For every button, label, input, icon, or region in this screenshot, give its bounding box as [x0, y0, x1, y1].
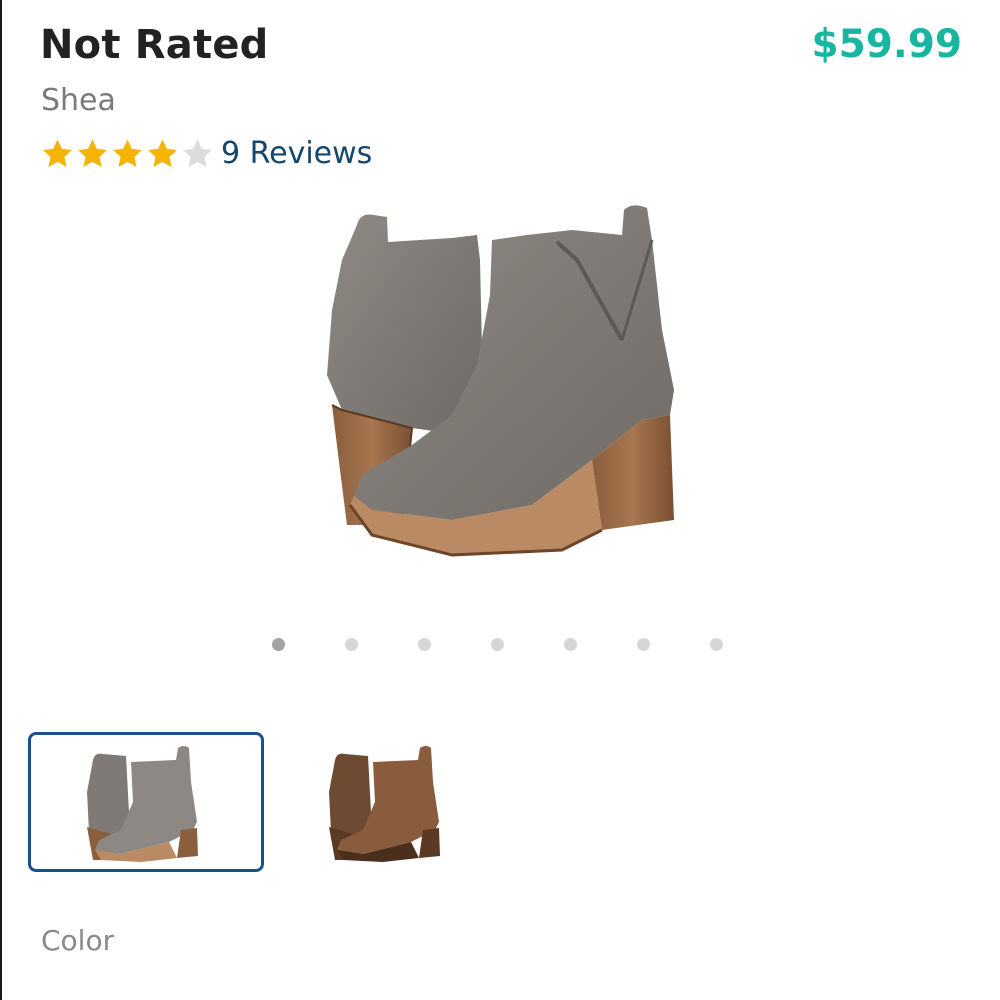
carousel-dot[interactable]: [418, 638, 431, 651]
star-icon: [78, 139, 107, 167]
rating-row: 9 Reviews: [40, 136, 372, 171]
grey-boot-thumbnail: [87, 746, 198, 862]
carousel-dot[interactable]: [345, 638, 358, 651]
brown-boot-thumbnail: [329, 746, 440, 862]
color-label: Color: [41, 924, 115, 957]
star-icon: [148, 139, 177, 167]
product-detail-page: Not Rated $59.99 Shea 9 Reviews Color: [0, 0, 1000, 1000]
reviews-link[interactable]: 9 Reviews: [221, 136, 372, 171]
carousel-dot[interactable]: [564, 638, 577, 651]
star-rating: [40, 137, 215, 171]
carousel-dot[interactable]: [710, 638, 723, 651]
product-brand: Shea: [41, 83, 116, 118]
star-icon: [183, 139, 212, 167]
product-price: $59.99: [811, 22, 963, 67]
color-swatch-brown[interactable]: [270, 732, 506, 872]
star-icon: [113, 139, 142, 167]
product-title: Not Rated: [40, 22, 269, 68]
carousel-dot[interactable]: [637, 638, 650, 651]
carousel-dot[interactable]: [272, 638, 285, 651]
product-image[interactable]: [302, 200, 702, 570]
star-icon: [43, 139, 72, 167]
carousel-dot[interactable]: [491, 638, 504, 651]
color-swatch-grey[interactable]: [28, 732, 264, 872]
carousel-pagination: [272, 638, 723, 651]
